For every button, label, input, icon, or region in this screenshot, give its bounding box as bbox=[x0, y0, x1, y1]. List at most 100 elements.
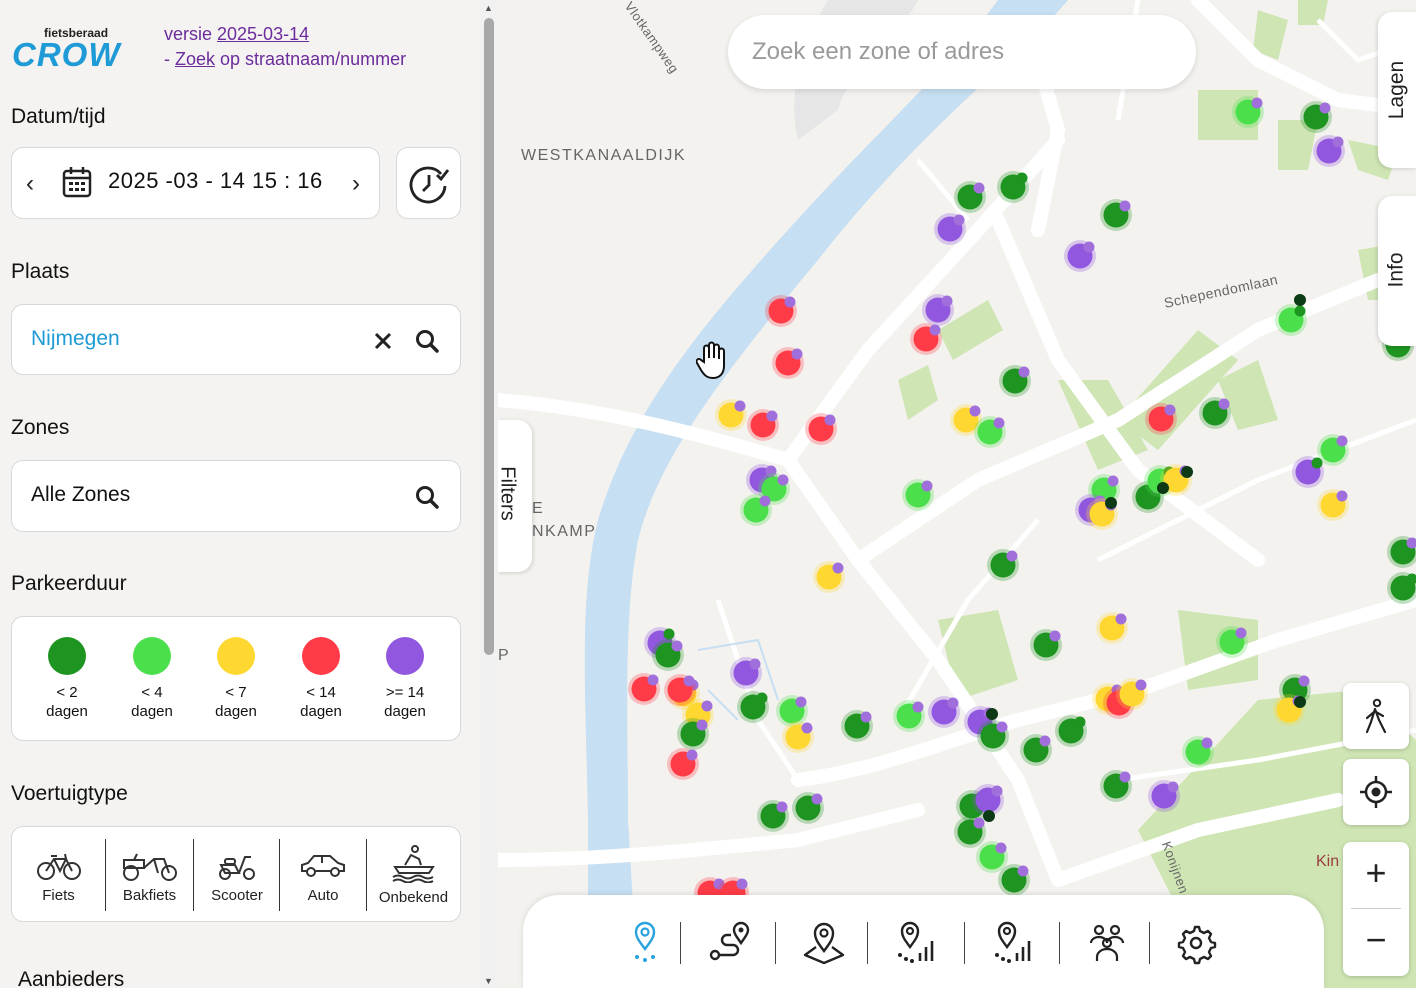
logo-title: CROW bbox=[12, 36, 121, 73]
zoom-out-button[interactable]: − bbox=[1343, 909, 1409, 975]
parking-marker-badge bbox=[921, 480, 933, 492]
tool-settings[interactable] bbox=[1172, 919, 1220, 967]
locate-button[interactable] bbox=[1343, 759, 1409, 825]
parking-marker-badge bbox=[1074, 716, 1086, 728]
parking-marker-badge bbox=[929, 324, 941, 336]
tool-signal-2[interactable] bbox=[989, 919, 1037, 967]
parking-marker-badge bbox=[1167, 781, 1179, 793]
parking-marker-badge bbox=[1107, 475, 1119, 487]
crosshair-icon bbox=[1360, 776, 1392, 808]
parking-marker-badge bbox=[860, 711, 872, 723]
parking-cluster-dot bbox=[983, 810, 995, 822]
parking-marker-badge bbox=[1298, 675, 1310, 687]
parking-marker-badge bbox=[1115, 613, 1127, 625]
parking-marker-badge bbox=[832, 562, 844, 574]
parking-marker-badge bbox=[1201, 737, 1213, 749]
gear-icon bbox=[1177, 925, 1217, 965]
vehicle-cargo-bike[interactable]: Bakfiets bbox=[106, 827, 193, 923]
route-icon bbox=[709, 921, 750, 961]
next-date-button[interactable]: › bbox=[352, 170, 360, 198]
tab-info[interactable]: Info bbox=[1378, 196, 1416, 346]
datetime-value[interactable]: 2025 -03 - 14 15 : 16 bbox=[108, 168, 323, 194]
tool-users[interactable] bbox=[1083, 919, 1131, 967]
duration-item-lt2[interactable]: < 2 dagen bbox=[25, 637, 109, 721]
duration-line1: < 14 bbox=[306, 684, 336, 701]
parking-markers[interactable] bbox=[498, 0, 1416, 988]
parking-marker-badge bbox=[647, 674, 659, 686]
vehicle-label-text: Auto bbox=[307, 887, 339, 904]
duration-item-lt7[interactable]: < 7 dagen bbox=[194, 637, 278, 721]
bicycle-icon bbox=[36, 853, 81, 880]
vehicle-unknown[interactable]: Onbekend bbox=[367, 827, 460, 923]
tool-route[interactable] bbox=[705, 919, 753, 967]
parking-marker-badge bbox=[824, 414, 836, 426]
parking-marker-badge bbox=[734, 400, 746, 412]
signal-pin-icon bbox=[898, 921, 934, 963]
parking-marker-badge bbox=[1049, 630, 1061, 642]
tab-lagen[interactable]: Lagen bbox=[1378, 12, 1416, 168]
tool-area[interactable] bbox=[800, 919, 848, 967]
scroll-thumb[interactable] bbox=[484, 18, 494, 655]
time-now-button[interactable] bbox=[396, 147, 461, 219]
duration-item-gte14[interactable]: >= 14 dagen bbox=[363, 637, 447, 721]
duration-item-lt4[interactable]: < 4 dagen bbox=[110, 637, 194, 721]
search-icon[interactable] bbox=[415, 329, 439, 353]
scroll-down-icon[interactable]: ▼ bbox=[484, 976, 493, 986]
duration-line2: dagen bbox=[215, 703, 257, 720]
vehicle-scooter[interactable]: Scooter bbox=[194, 827, 280, 923]
parking-marker-badge bbox=[801, 722, 813, 734]
tab-filters-label: Filters bbox=[498, 466, 519, 521]
clear-icon[interactable] bbox=[374, 332, 392, 350]
parking-marker-badge bbox=[1083, 241, 1095, 253]
crow-logo: fietsberaad CROW bbox=[12, 26, 142, 73]
scroll-up-icon[interactable]: ▲ bbox=[484, 3, 493, 13]
map-search-input[interactable] bbox=[752, 35, 1172, 69]
parking-marker-badge bbox=[996, 721, 1008, 733]
tab-filters[interactable]: Filters bbox=[498, 420, 532, 572]
parking-marker-badge bbox=[995, 842, 1007, 854]
tool-location[interactable] bbox=[621, 919, 669, 967]
divider bbox=[775, 922, 776, 964]
search-icon[interactable] bbox=[415, 485, 439, 509]
map-view[interactable]: WESTKANAALDIJK Schependomlaan Vlotkampwe… bbox=[498, 0, 1416, 988]
parking-marker-badge bbox=[686, 749, 698, 761]
parking-marker-badge bbox=[1119, 771, 1131, 783]
parking-marker-badge bbox=[947, 697, 959, 709]
parking-marker-badge bbox=[671, 640, 683, 652]
vehicle-car[interactable]: Auto bbox=[280, 827, 366, 923]
parking-marker-badge bbox=[1039, 735, 1051, 747]
map-search[interactable] bbox=[728, 15, 1196, 89]
zones-field[interactable]: Alle Zones bbox=[11, 460, 461, 532]
parking-marker-badge bbox=[953, 214, 965, 226]
duration-line1: < 7 bbox=[225, 684, 247, 701]
parking-marker-badge bbox=[912, 701, 924, 713]
zoek-link[interactable]: Zoek bbox=[175, 49, 215, 69]
zoom-in-button[interactable]: + bbox=[1343, 842, 1409, 908]
tab-lagen-label: Lagen bbox=[1385, 60, 1409, 120]
duration-dot bbox=[133, 637, 171, 675]
area-pin-icon bbox=[803, 922, 845, 965]
pedestrian-button[interactable] bbox=[1343, 683, 1409, 749]
users-icon bbox=[1089, 924, 1125, 961]
sidebar-scrollbar[interactable]: ▲ ▼ bbox=[480, 0, 498, 988]
parking-cluster-dot bbox=[1157, 482, 1169, 494]
parking-marker-badge bbox=[1336, 435, 1348, 447]
version-date-link[interactable]: 2025-03-14 bbox=[217, 24, 309, 44]
parking-marker-badge bbox=[991, 785, 1003, 797]
parking-cluster-dot bbox=[986, 708, 998, 720]
clock-check-icon bbox=[409, 166, 450, 204]
duration-line1: < 2 bbox=[56, 684, 78, 701]
calendar-icon[interactable] bbox=[62, 166, 92, 203]
place-field[interactable]: Nijmegen bbox=[11, 304, 461, 375]
duration-item-lt14[interactable]: < 14 dagen bbox=[279, 637, 363, 721]
tool-signal[interactable] bbox=[892, 919, 940, 967]
vehicle-bicycle[interactable]: Fiets bbox=[12, 827, 105, 923]
vehicle-label-text: Scooter bbox=[211, 887, 263, 904]
parking-marker-badge bbox=[1017, 865, 1029, 877]
vehicle-type-selector: Fiets Bakfiets Scooter Auto Onbekend bbox=[11, 826, 461, 922]
version-info: versie 2025-03-14 - Zoek op straatnaam/n… bbox=[164, 22, 406, 72]
prev-date-button[interactable]: ‹ bbox=[26, 170, 34, 198]
zones-value: Alle Zones bbox=[31, 483, 131, 506]
divider bbox=[964, 922, 965, 964]
divider bbox=[1059, 922, 1060, 964]
